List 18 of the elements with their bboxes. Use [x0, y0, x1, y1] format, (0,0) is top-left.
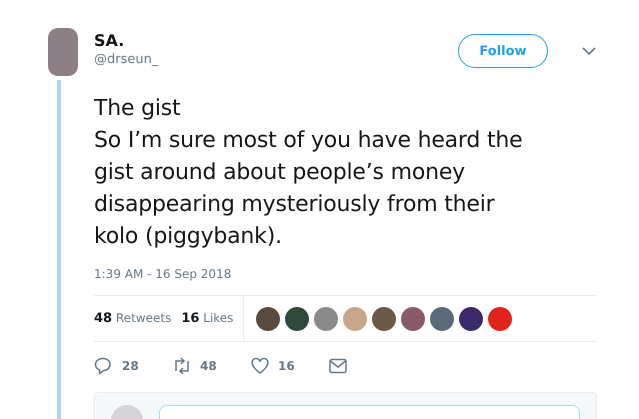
tweet-text: The gist So I’m sure most of you have heard the gist around about people’s money disappearing mysteriously from their kolo (piggybank).	[94, 95, 524, 251]
liker-avatar[interactable]	[285, 306, 310, 330]
liker-avatar[interactable]	[459, 306, 484, 330]
liker-avatar[interactable]	[401, 306, 426, 330]
envelope-icon[interactable]	[328, 356, 348, 376]
heart-icon[interactable]	[250, 356, 270, 376]
tweet-timestamp[interactable]: 1:39 AM - 16 Sep 2018	[94, 267, 597, 287]
stat-link[interactable]: 48 Retweets	[94, 311, 172, 326]
stat-link[interactable]: 16 Likes	[181, 311, 234, 326]
action-count: 48	[200, 359, 217, 373]
author-handle[interactable]: @drseun_	[94, 51, 458, 69]
author-name[interactable]: SA.	[94, 31, 458, 51]
action-count: 16	[278, 359, 295, 373]
liker-avatar[interactable]	[256, 306, 280, 330]
avatar-photo-placeholder[interactable]	[48, 28, 78, 76]
liker-avatar[interactable]	[430, 306, 454, 330]
action-count: 28	[122, 359, 139, 373]
liker-avatar[interactable]	[372, 306, 396, 330]
